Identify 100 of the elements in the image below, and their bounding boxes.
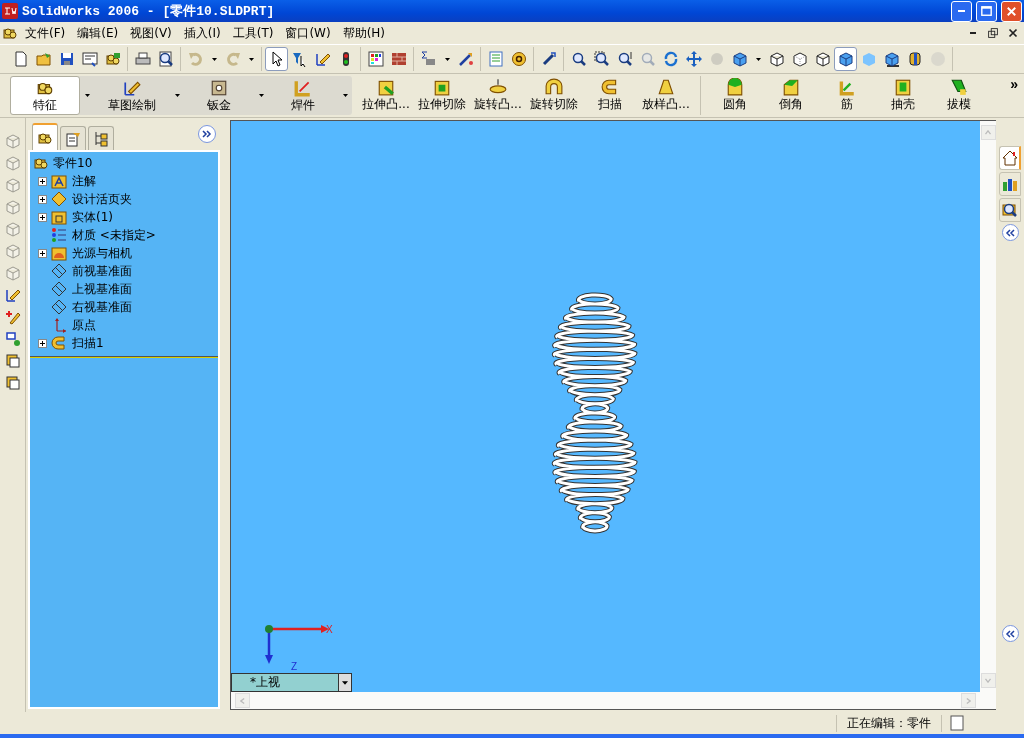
plane-icon	[51, 281, 67, 297]
right-chevron-icon	[966, 696, 971, 705]
feature-tool-button[interactable]: 倒角	[763, 76, 819, 115]
plus-pencil-icon	[4, 309, 21, 325]
annotation-folder-icon	[51, 173, 67, 189]
filter-icon	[291, 51, 308, 67]
extrude-cut-icon	[433, 78, 451, 96]
caret-icon	[211, 57, 217, 61]
collapse-button[interactable]	[1001, 625, 1019, 642]
app-logo-icon	[2, 3, 18, 19]
material-list-icon	[51, 227, 67, 243]
expand-toggle[interactable]	[38, 194, 47, 204]
menu-item[interactable]: 帮助(H)	[337, 23, 391, 43]
plus-icon	[39, 213, 46, 221]
bell-loft-icon	[657, 78, 675, 96]
command-tab[interactable]: 钣金	[184, 76, 254, 115]
house-icon	[1001, 150, 1018, 166]
minimize-icon	[970, 32, 976, 34]
command-tab[interactable]: 草图绘制	[94, 76, 170, 115]
tree-item[interactable]: 前视基准面	[71, 262, 133, 280]
double-chevron-icon	[1005, 227, 1015, 238]
tree-item[interactable]: 实体(1)	[71, 208, 114, 226]
more-tools-button[interactable]: »	[1008, 76, 1020, 92]
close-button[interactable]	[1001, 0, 1022, 22]
task-pane-tab[interactable]	[999, 198, 1021, 222]
tree-item[interactable]: 原点	[71, 316, 97, 334]
panel-tab[interactable]	[32, 123, 58, 150]
tree-item[interactable]: 扫描1	[71, 334, 105, 352]
menu-item[interactable]: 视图(V)	[125, 23, 177, 43]
tree-item[interactable]: 零件10	[52, 154, 94, 172]
expand-toggle[interactable]	[38, 248, 47, 258]
sun-folder-icon	[51, 245, 67, 261]
expand-toggle[interactable]	[38, 176, 47, 186]
menu-item[interactable]: 窗口(W)	[280, 23, 336, 43]
menu-item[interactable]: 工具(T)	[227, 23, 279, 43]
feature-tool-button[interactable]: 扫描	[582, 76, 638, 115]
undo-arrow-icon	[187, 51, 204, 67]
library-books-icon	[1002, 176, 1018, 192]
shadow-cube-icon	[883, 51, 900, 67]
diamond-icon	[51, 191, 67, 207]
status-text: 正在编辑：零件	[836, 714, 942, 732]
feature-tool-button[interactable]: 抽壳	[875, 76, 931, 115]
panel-tab[interactable]	[88, 126, 114, 150]
command-tab[interactable]: 特征	[10, 76, 80, 115]
command-tab[interactable]: 焊件	[268, 76, 338, 115]
zoom-area-icon	[593, 51, 610, 67]
maximize-button[interactable]	[976, 0, 997, 22]
color-grid-icon	[367, 51, 384, 67]
double-chevron-icon	[1005, 628, 1015, 639]
zoom-in-out-icon	[616, 51, 633, 67]
feature-tool-button[interactable]: 放样凸...	[638, 76, 694, 115]
double-chevron-icon	[202, 129, 212, 139]
cube-icon	[4, 199, 21, 215]
caret-icon	[755, 57, 761, 61]
left-chevron-icon	[240, 696, 245, 705]
redo-arrow-icon	[224, 51, 241, 67]
expand-toggle[interactable]	[38, 338, 47, 348]
shaded-cube-button[interactable]	[834, 47, 857, 71]
document-icon	[12, 51, 29, 67]
menu-item[interactable]: 文件(F)	[20, 23, 71, 43]
caret-icon	[248, 57, 254, 61]
configuration-icon	[93, 130, 109, 147]
cursor-arrow-button[interactable]	[265, 47, 288, 71]
formula-icon	[420, 51, 437, 67]
caret-icon	[342, 94, 348, 97]
plane-icon	[51, 263, 67, 279]
close-icon	[1006, 26, 1020, 40]
tree-item[interactable]: 右视基准面	[71, 298, 133, 316]
list-icon	[487, 51, 504, 67]
tree-item[interactable]: 光源与相机	[71, 244, 133, 262]
feature-tool-button[interactable]: 拉伸凸...	[358, 76, 414, 115]
dropdown-button[interactable]	[338, 674, 351, 691]
sweep-magnet-icon	[51, 335, 67, 351]
section-view-icon	[906, 51, 923, 67]
caret-icon	[174, 94, 180, 97]
expand-button[interactable]	[198, 125, 216, 143]
draft-icon	[950, 78, 968, 96]
minimize-button[interactable]	[951, 0, 972, 22]
tree-item[interactable]: 设计活页夹	[71, 190, 133, 208]
feature-tool-button[interactable]: 旋转凸...	[470, 76, 526, 115]
menu-item[interactable]: 插入(I)	[178, 23, 226, 43]
feature-tool-button[interactable]: 拔模	[931, 76, 987, 115]
tree-item[interactable]: 材质 <未指定>	[71, 226, 157, 244]
down-chevron-icon	[984, 678, 992, 683]
menu-item[interactable]: 编辑(E)	[72, 23, 124, 43]
feature-tool-button[interactable]: 拉伸切除	[414, 76, 470, 115]
axis-label: X	[326, 624, 333, 635]
expand-toggle[interactable]	[38, 212, 47, 222]
folder-search-icon	[1002, 202, 1018, 218]
restore-icon	[986, 26, 1000, 40]
task-pane-tab[interactable]	[999, 172, 1021, 196]
feature-tool-button[interactable]: 筋	[819, 76, 875, 115]
tree-item[interactable]: 上视基准面	[71, 280, 133, 298]
view-selector[interactable]: *上视	[231, 673, 352, 692]
feature-tool-button[interactable]: 圆角	[707, 76, 763, 115]
collapse-button[interactable]	[1001, 224, 1019, 241]
tree-item[interactable]: 注解	[71, 172, 97, 190]
solid-body-folder-icon	[51, 209, 67, 225]
task-pane-tab[interactable]	[999, 146, 1021, 170]
feature-tool-button[interactable]: 旋转切除	[526, 76, 582, 115]
